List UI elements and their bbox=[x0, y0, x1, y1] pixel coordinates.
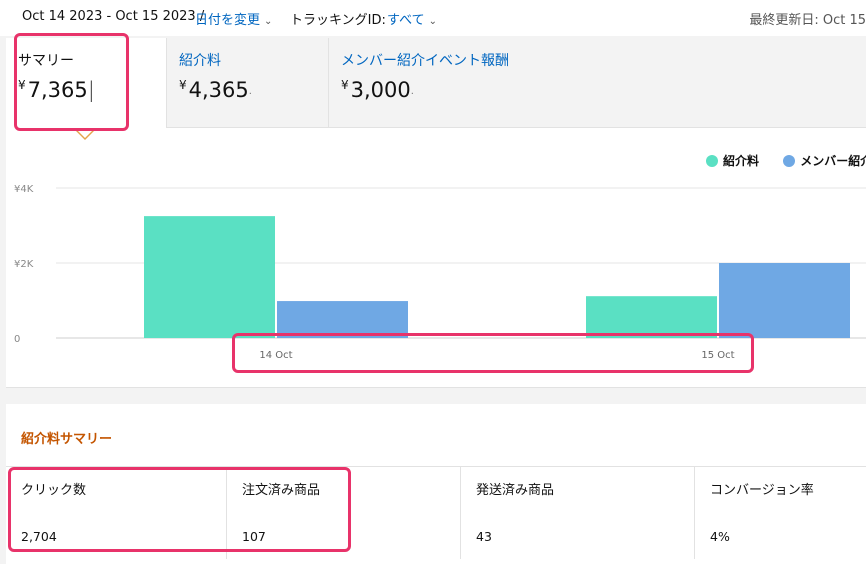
tracking-id-label: トラッキングID: bbox=[290, 13, 386, 28]
metric-conversion-rate-value: 4% bbox=[710, 529, 730, 544]
tab-member-referral[interactable]: メンバー紹介イベント報酬 ¥3,000· bbox=[329, 38, 866, 128]
metric-clicks-value: 2,704 bbox=[21, 529, 57, 544]
y-tick-label: ¥4K bbox=[14, 184, 34, 195]
tab-member-referral-label: メンバー紹介イベント報酬 bbox=[341, 53, 509, 69]
metrics-row: クリック数 2,704 注文済み商品 107 発送済み商品 43 コンバージョン… bbox=[6, 466, 866, 564]
legend-member-referral[interactable]: メンバー紹介 bbox=[783, 152, 866, 169]
y-tick-label: 0 bbox=[14, 334, 20, 345]
bar-member-referral[interactable] bbox=[719, 263, 850, 338]
x-tick-label: 14 Oct bbox=[259, 350, 292, 361]
tab-summary-amount: ¥7,365| bbox=[18, 78, 95, 102]
tab-referral-fee[interactable]: 紹介料 ¥4,365· bbox=[167, 38, 329, 128]
change-date-label: 日付を変更 bbox=[195, 13, 261, 28]
metric-shipped-items-label: 発送済み商品 bbox=[476, 483, 555, 498]
metric-clicks-label: クリック数 bbox=[21, 483, 87, 498]
referral-summary-card: 紹介料サマリー クリック数 2,704 注文済み商品 107 発送済み商品 43… bbox=[6, 404, 866, 564]
legend-referral-fee[interactable]: 紹介料 bbox=[706, 152, 759, 169]
legend-swatch bbox=[706, 155, 718, 167]
x-tick-label: 15 Oct bbox=[701, 350, 734, 361]
top-bar: Oct 14 2023 - Oct 15 2023 / 日付を変更 ⌄ トラッキン… bbox=[0, 0, 866, 36]
metric-ordered-items-label: 注文済み商品 bbox=[242, 483, 321, 498]
tab-summary-label: サマリー bbox=[18, 53, 74, 69]
metric-ordered-items-value: 107 bbox=[242, 529, 266, 544]
chevron-down-icon: ⌄ bbox=[428, 16, 437, 27]
date-range: Oct 14 2023 - Oct 15 2023 / bbox=[22, 9, 205, 24]
tab-referral-fee-amount: ¥4,365· bbox=[179, 78, 252, 102]
chevron-down-icon: ⌄ bbox=[264, 16, 273, 27]
summary-tabs: サマリー ¥7,365| 紹介料 ¥4,365· メンバー紹介イベント報酬 ¥3… bbox=[6, 38, 866, 132]
active-tab-caret bbox=[75, 129, 95, 140]
metric-conversion-rate-label: コンバージョン率 bbox=[710, 483, 814, 498]
bar-referral-fee[interactable] bbox=[144, 216, 275, 338]
bar-member-referral[interactable] bbox=[277, 301, 408, 338]
bar-referral-fee[interactable] bbox=[586, 296, 717, 338]
legend-swatch bbox=[783, 155, 796, 167]
tab-summary[interactable]: サマリー ¥7,365| bbox=[6, 38, 167, 132]
chart-legend: 紹介料 メンバー紹介 bbox=[706, 152, 866, 169]
summary-title: 紹介料サマリー bbox=[21, 432, 113, 447]
earnings-chart: 0 ¥2K ¥4K 14 Oct 15 Oct 紹介料 メンバー紹介 bbox=[6, 128, 866, 388]
metric-conversion-rate: コンバージョン率 4% bbox=[695, 467, 866, 559]
tab-referral-fee-label: 紹介料 bbox=[179, 53, 221, 69]
y-tick-label: ¥2K bbox=[14, 259, 34, 270]
last-updated: 最終更新日: Oct 15 bbox=[749, 13, 866, 28]
tracking-id-dropdown[interactable]: すべて ⌄ bbox=[387, 9, 437, 28]
metric-ordered-items: 注文済み商品 107 bbox=[227, 467, 461, 559]
metric-shipped-items: 発送済み商品 43 bbox=[461, 467, 695, 559]
tab-member-referral-amount: ¥3,000· bbox=[341, 78, 414, 102]
tracking-id-value: すべて bbox=[387, 13, 425, 28]
metric-shipped-items-value: 43 bbox=[476, 529, 492, 544]
metric-clicks: クリック数 2,704 bbox=[6, 467, 227, 559]
change-date-link[interactable]: 日付を変更 ⌄ bbox=[195, 9, 272, 28]
